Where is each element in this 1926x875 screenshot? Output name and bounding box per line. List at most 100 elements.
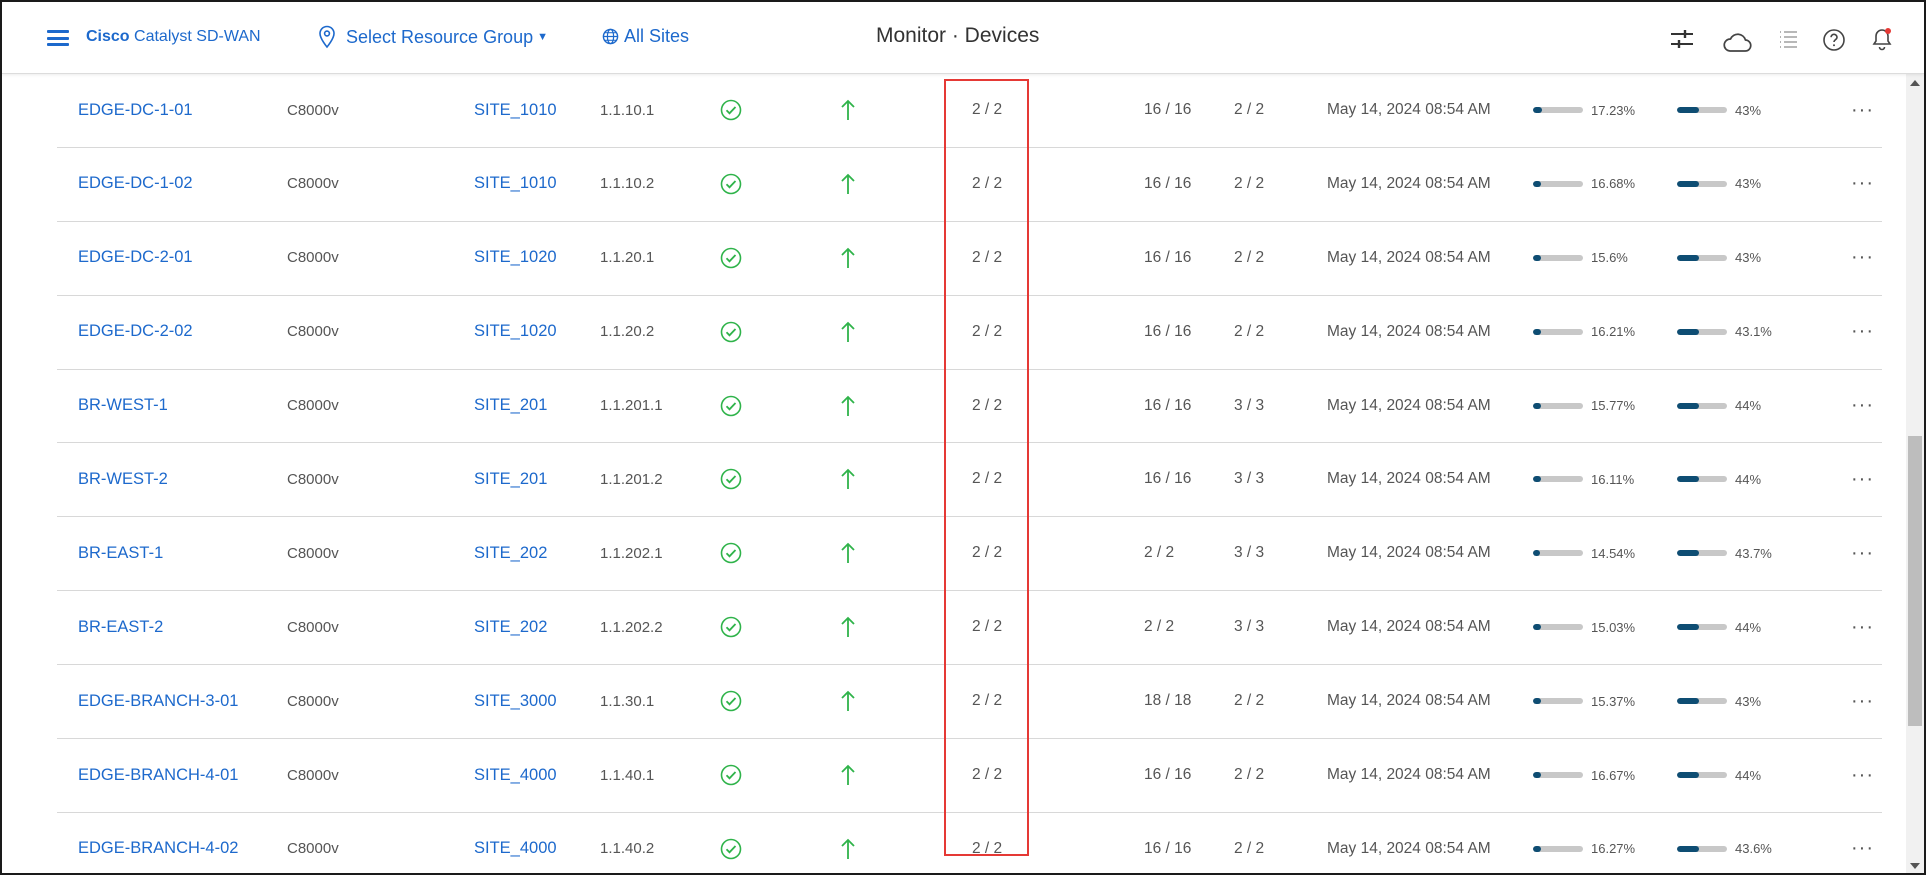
scroll-thumb[interactable]: [1908, 436, 1922, 726]
device-hostname-link[interactable]: EDGE-DC-2-02: [78, 296, 193, 368]
help-icon[interactable]: [1822, 28, 1846, 52]
more-horizontal-icon[interactable]: ···: [1851, 443, 1874, 515]
device-hostname-link[interactable]: BR-WEST-2: [78, 443, 168, 515]
omp-peers: 2 / 2: [1234, 322, 1265, 340]
cpu-load-value: 16.68%: [1591, 176, 1636, 192]
location-pin-icon: [319, 25, 335, 49]
more-horizontal-icon[interactable]: ···: [1851, 665, 1874, 737]
arrow-up-icon: [840, 222, 856, 294]
more-horizontal-icon[interactable]: ···: [1851, 591, 1874, 663]
system-ip: 1.1.30.1: [600, 692, 655, 710]
cpu-load-bar: [1533, 550, 1583, 557]
omp-peers: 2 / 2: [1234, 174, 1265, 192]
more-horizontal-icon[interactable]: ···: [1851, 517, 1874, 589]
device-hostname-link[interactable]: EDGE-BRANCH-4-01: [78, 739, 238, 811]
check-circle-icon: [720, 665, 742, 737]
arrow-up-icon: [840, 370, 856, 442]
sliders-icon[interactable]: [1670, 29, 1694, 49]
device-hostname-link[interactable]: EDGE-DC-2-01: [78, 222, 193, 294]
cpu-load-bar: [1533, 476, 1583, 483]
device-hostname-link[interactable]: BR-WEST-1: [78, 370, 168, 442]
hamburger-menu-icon[interactable]: [47, 30, 69, 46]
control-connections: 2 / 2: [972, 322, 1003, 340]
cloud-icon[interactable]: [1722, 31, 1752, 53]
omp-peers: 2 / 2: [1234, 692, 1265, 710]
memory-usage: 43.1%: [1677, 296, 1772, 368]
memory-usage-bar: [1677, 772, 1727, 779]
site-id-link[interactable]: SITE_202: [474, 517, 547, 589]
device-model: C8000v: [287, 766, 339, 784]
cpu-load-bar: [1533, 698, 1583, 705]
last-updated: May 14, 2024 08:54 AM: [1327, 322, 1491, 340]
memory-usage-value: 43%: [1735, 250, 1762, 266]
more-horizontal-icon[interactable]: ···: [1851, 813, 1874, 873]
arrow-up-icon: [840, 813, 856, 873]
site-id-link[interactable]: SITE_1010: [474, 148, 557, 220]
memory-usage-value: 44%: [1735, 619, 1762, 635]
more-horizontal-icon[interactable]: ···: [1851, 296, 1874, 368]
device-hostname-link[interactable]: BR-EAST-1: [78, 517, 163, 589]
memory-usage-bar: [1677, 402, 1727, 409]
cpu-load: 14.54%: [1533, 517, 1635, 589]
device-hostname-link[interactable]: EDGE-DC-1-01: [78, 74, 193, 146]
site-id-link[interactable]: SITE_1020: [474, 296, 557, 368]
cpu-load: 15.37%: [1533, 665, 1635, 737]
cpu-load: 16.27%: [1533, 813, 1635, 873]
scroll-up-arrow-icon[interactable]: [1910, 80, 1920, 86]
memory-usage-bar: [1677, 254, 1727, 261]
memory-usage-value: 43%: [1735, 102, 1762, 118]
check-circle-icon: [720, 517, 742, 589]
device-hostname-link[interactable]: BR-EAST-2: [78, 591, 163, 663]
control-connections: 2 / 2: [972, 101, 1003, 118]
arrow-up-icon: [840, 74, 856, 146]
last-updated: May 14, 2024 08:54 AM: [1327, 766, 1491, 784]
system-ip: 1.1.10.1: [600, 101, 655, 119]
memory-usage: 43%: [1677, 665, 1761, 737]
site-id-link[interactable]: SITE_4000: [474, 813, 557, 873]
device-hostname-link[interactable]: EDGE-BRANCH-3-01: [78, 665, 238, 737]
site-id-link[interactable]: SITE_1020: [474, 222, 557, 294]
site-id-link[interactable]: SITE_3000: [474, 665, 557, 737]
top-navigation-bar: Cisco Catalyst SD-WAN Select Resource Gr…: [2, 2, 1924, 74]
more-horizontal-icon[interactable]: ···: [1851, 370, 1874, 442]
table-row: EDGE-DC-2-02 C8000v SITE_1020 1.1.20.2 2 / 2…: [57, 296, 1882, 370]
memory-usage-bar: [1677, 180, 1727, 187]
control-connections: 2 / 2: [972, 692, 1003, 710]
cpu-load-bar: [1533, 402, 1583, 409]
memory-usage-bar: [1677, 328, 1727, 335]
site-id-link[interactable]: SITE_4000: [474, 739, 557, 811]
site-id-link[interactable]: SITE_201: [474, 443, 547, 515]
task-list-icon[interactable]: [1778, 29, 1798, 51]
more-horizontal-icon[interactable]: ···: [1851, 74, 1874, 146]
more-horizontal-icon[interactable]: ···: [1851, 222, 1874, 294]
scroll-down-arrow-icon[interactable]: [1910, 863, 1920, 869]
bell-icon[interactable]: [1870, 26, 1894, 52]
table-row: BR-EAST-1 C8000v SITE_202 1.1.202.1 2 / 2 2 /…: [57, 517, 1882, 592]
site-id-link[interactable]: SITE_202: [474, 591, 547, 663]
site-id-link[interactable]: SITE_201: [474, 370, 547, 442]
more-horizontal-icon[interactable]: ···: [1851, 739, 1874, 811]
arrow-up-icon: [840, 148, 856, 220]
system-ip: 1.1.202.2: [600, 618, 663, 636]
more-horizontal-icon[interactable]: ···: [1851, 148, 1874, 220]
cpu-load-value: 17.23%: [1591, 102, 1636, 118]
device-hostname-link[interactable]: EDGE-DC-1-02: [78, 148, 193, 220]
device-model: C8000v: [287, 175, 339, 193]
page-title: Monitor · Devices: [876, 24, 1040, 47]
vertical-scrollbar[interactable]: [1906, 74, 1924, 873]
resource-group-selector[interactable]: Select Resource Group ▼: [318, 24, 548, 50]
cpu-load-bar: [1533, 180, 1583, 187]
omp-peers: 3 / 3: [1234, 396, 1265, 414]
resource-group-label: Select Resource Group: [346, 26, 534, 47]
site-id-link[interactable]: SITE_1010: [474, 74, 557, 146]
control-connections: 2 / 2: [972, 766, 1003, 784]
site-selector[interactable]: All Sites: [602, 26, 689, 47]
memory-usage-value: 43.6%: [1735, 841, 1772, 857]
arrow-up-icon: [840, 739, 856, 811]
cpu-load-value: 16.21%: [1591, 324, 1636, 340]
arrow-up-icon: [840, 591, 856, 663]
arrow-up-icon: [840, 443, 856, 515]
cpu-load: 15.03%: [1533, 591, 1635, 663]
control-connections: 2 / 2: [972, 544, 1003, 562]
device-hostname-link[interactable]: EDGE-BRANCH-4-02: [78, 813, 238, 873]
